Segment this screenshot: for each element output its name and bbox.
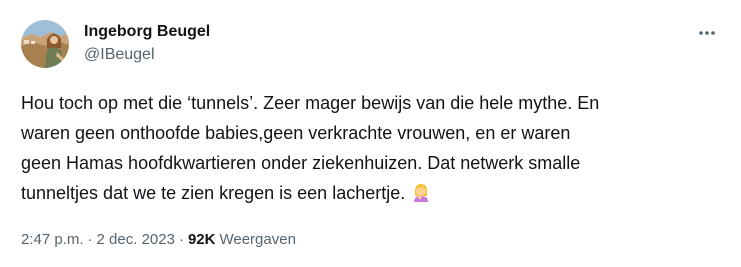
- author-display-name[interactable]: Ingeborg Beugel: [84, 22, 210, 42]
- author-identity: Ingeborg Beugel @IBeugel: [84, 22, 210, 65]
- tweet-meta: 2:47 p.m. · 2 dec. 2023 · 92K Weergaven: [21, 230, 296, 250]
- tweet-body: Hou toch op met die ‘tunnels’. Zeer mage…: [21, 93, 600, 203]
- separator-dot: ·: [178, 231, 184, 248]
- tweet-card: Ingeborg Beugel @IBeugel Hou toch op met…: [0, 0, 741, 267]
- avatar[interactable]: [21, 20, 69, 68]
- tweet-header: Ingeborg Beugel @IBeugel: [21, 20, 721, 76]
- tweet-time[interactable]: 2:47 p.m.: [21, 231, 84, 248]
- more-options-icon: [699, 31, 715, 35]
- views-label: Weergaven: [219, 231, 296, 248]
- author-handle[interactable]: @IBeugel: [84, 45, 210, 65]
- woman-facepalming-emoji: [411, 181, 431, 202]
- more-options-button[interactable]: [693, 22, 721, 44]
- tweet-date[interactable]: 2 dec. 2023: [97, 231, 175, 248]
- views-count: 92K: [187, 231, 216, 248]
- separator-dot: ·: [87, 231, 93, 248]
- avatar-image: [21, 20, 69, 68]
- tweet-text: Hou toch op met die ‘tunnels’. Zeer mage…: [21, 88, 721, 208]
